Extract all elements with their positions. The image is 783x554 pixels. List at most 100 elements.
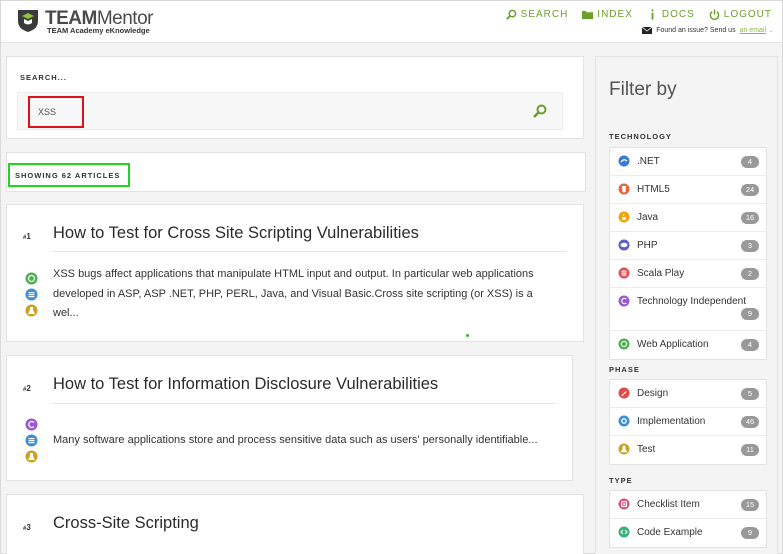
technology-independent-icon[interactable]	[25, 418, 38, 431]
filter-item-dotnet[interactable]: .NET 4	[610, 148, 766, 176]
nav-logout-label: LOGOUT	[723, 9, 772, 20]
filter-item-count: 4	[741, 339, 759, 351]
filter-item-count: 15	[741, 499, 759, 511]
article-title[interactable]: How to Test for Cross Site Scripting Vul…	[53, 224, 419, 243]
filter-item-technology-independent[interactable]: Technology Independent 9	[610, 288, 766, 331]
filter-section-phase: PHASE	[609, 365, 640, 374]
search-label: SEARCH...	[20, 73, 67, 82]
filter-item-code-example[interactable]: Code Example 9	[610, 519, 766, 547]
filter-item-php[interactable]: PHP 3	[610, 232, 766, 260]
filter-item-label: Design	[637, 388, 669, 399]
filter-item-design[interactable]: Design 5	[610, 380, 766, 408]
filter-item-label: Web Application	[637, 339, 709, 350]
nav-logout[interactable]: LOGOUT	[709, 9, 772, 20]
article-tag-icons	[25, 418, 38, 463]
filter-list-technology: .NET 4 HTML5 24 Java 16 PHP 3 Scala Play…	[609, 147, 767, 360]
search-icon	[505, 9, 516, 20]
filter-item-label: .NET	[637, 156, 660, 167]
main-nav: SEARCH INDEX DOCS LOGOUT	[505, 9, 772, 20]
result-count-panel: SHOWING 62 ARTICLES	[6, 152, 586, 192]
loading-dot	[466, 334, 469, 337]
article-card: #1 How to Test for Cross Site Scripting …	[6, 204, 584, 342]
test-icon[interactable]	[25, 450, 38, 463]
article-number: #3	[23, 523, 31, 532]
filter-item-label: Checklist Item	[637, 499, 700, 510]
php-icon	[618, 238, 630, 251]
article-divider	[53, 251, 566, 252]
article-number: #2	[23, 384, 31, 393]
filter-item-count: 9	[741, 308, 759, 320]
test-icon	[618, 442, 630, 455]
filter-item-label: HTML5	[637, 184, 670, 195]
nav-search[interactable]: SEARCH	[505, 9, 569, 20]
implementation-icon	[618, 414, 630, 427]
search-panel: SEARCH... XSS	[6, 56, 584, 139]
filter-item-count: 9	[741, 527, 759, 539]
filter-item-implementation[interactable]: Implementation 46	[610, 408, 766, 436]
filter-item-count: 11	[741, 444, 759, 456]
issue-email-link[interactable]: an email	[740, 27, 766, 34]
test-icon[interactable]	[25, 304, 38, 317]
filter-item-label: Test	[637, 444, 656, 455]
filter-item-label: Code Example	[637, 527, 703, 538]
search-submit-icon[interactable]	[532, 103, 548, 119]
filter-item-checklist-item[interactable]: Checklist Item 15	[610, 491, 766, 519]
web-application-icon	[618, 337, 630, 350]
nav-docs-label: DOCS	[661, 9, 695, 20]
article-count: SHOWING 62 ARTICLES	[8, 163, 130, 187]
scala-icon	[618, 266, 630, 279]
team-mentor-logo[interactable]: TEAMMentor TEAM Academy eKnowledge	[15, 7, 155, 37]
checklist-icon	[618, 497, 630, 510]
logo-tagline: TEAM Academy eKnowledge	[47, 26, 150, 35]
filter-item-label: Implementation	[637, 416, 706, 427]
folder-icon	[582, 10, 594, 20]
article-divider	[53, 403, 555, 404]
filter-item-count: 46	[741, 416, 759, 428]
implementation-icon[interactable]	[25, 434, 38, 447]
filter-list-type: Checklist Item 15 Code Example 9	[609, 490, 767, 548]
design-icon	[618, 386, 630, 399]
filter-sidebar: Filter by TECHNOLOGY .NET 4 HTML5 24 Jav…	[595, 56, 778, 554]
envelope-icon	[642, 27, 653, 34]
java-icon	[618, 210, 630, 223]
nav-index[interactable]: INDEX	[582, 9, 633, 20]
issue-report: Found an issue? Send us an email.	[642, 27, 772, 34]
search-input[interactable]: XSS	[28, 96, 84, 128]
filter-item-count: 16	[741, 212, 759, 224]
article-card: #3 Cross-Site Scripting	[6, 494, 584, 554]
filter-item-count: 3	[741, 240, 759, 252]
web-application-icon[interactable]	[25, 272, 38, 285]
nav-index-label: INDEX	[597, 9, 633, 20]
article-card: #2 How to Test for Information Disclosur…	[6, 355, 573, 481]
issue-period: .	[770, 27, 772, 34]
filter-item-label: Technology Independent	[637, 296, 746, 307]
issue-text: Found an issue? Send us	[656, 27, 736, 34]
article-tag-icons	[25, 272, 38, 317]
filter-item-test[interactable]: Test 11	[610, 436, 766, 464]
filter-item-count: 24	[741, 184, 759, 196]
filter-item-label: Java	[637, 212, 659, 223]
nav-docs[interactable]: DOCS	[647, 9, 695, 20]
filter-item-java[interactable]: Java 16	[610, 204, 766, 232]
nav-search-label: SEARCH	[520, 9, 569, 20]
implementation-icon[interactable]	[25, 288, 38, 301]
filter-item-count: 4	[741, 156, 759, 168]
info-icon	[651, 9, 654, 20]
filter-item-label: PHP	[637, 240, 658, 251]
article-number: #1	[23, 232, 31, 241]
search-box[interactable]: XSS	[17, 92, 563, 130]
filter-item-web-application[interactable]: Web Application 4	[610, 331, 766, 359]
dotnet-icon	[618, 154, 630, 167]
filter-section-type: TYPE	[609, 476, 633, 485]
filter-item-count: 2	[741, 268, 759, 280]
filter-item-scala-play[interactable]: Scala Play 2	[610, 260, 766, 288]
article-snippet: XSS bugs affect applications that manipu…	[53, 268, 534, 319]
html5-icon	[618, 182, 630, 195]
filter-item-label: Scala Play	[637, 268, 685, 279]
filter-item-html5[interactable]: HTML5 24	[610, 176, 766, 204]
logo-shield-icon	[18, 10, 38, 32]
article-title[interactable]: How to Test for Information Disclosure V…	[53, 375, 438, 394]
top-header: TEAMMentor TEAM Academy eKnowledge SEARC…	[1, 1, 782, 43]
power-icon	[709, 9, 719, 20]
article-title[interactable]: Cross-Site Scripting	[53, 514, 199, 533]
